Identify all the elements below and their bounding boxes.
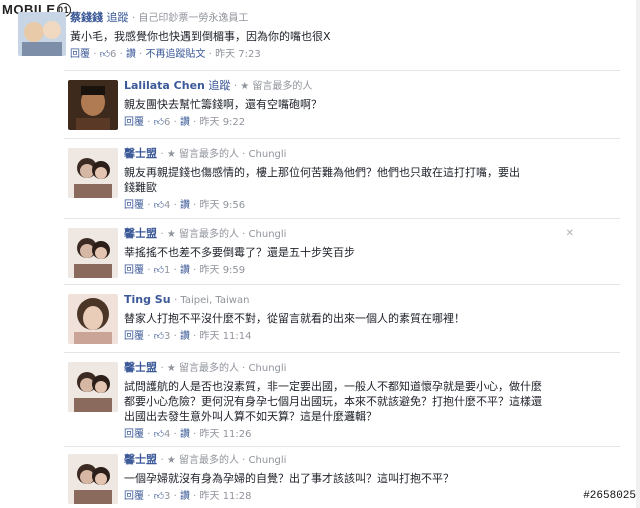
like-thumb-icon: 👍︎	[153, 265, 165, 276]
comment-time[interactable]: 昨天 11:26	[200, 429, 252, 440]
comment-time[interactable]: 昨天 7:23	[215, 49, 261, 60]
divider	[64, 284, 620, 285]
comment-text: 親友團快去幫忙籌錢啊，還有空嘴砲啊？	[124, 98, 322, 111]
scrollbar[interactable]	[636, 0, 640, 508]
like-count: 3	[164, 331, 171, 342]
divider	[64, 138, 620, 139]
divider	[64, 218, 620, 219]
comment-meta: · ★ 留言最多的人 · Chungli	[160, 363, 287, 374]
comment-meta: · 自己印鈔票一勞永逸員工	[132, 13, 249, 24]
like-link[interactable]: 讚	[180, 117, 190, 128]
like-link[interactable]: 讚	[180, 429, 190, 440]
like-count: 1	[164, 265, 171, 276]
comment-meta: · ★ 留言最多的人 · Chungli	[160, 455, 287, 466]
avatar[interactable]	[68, 362, 118, 412]
comment-author[interactable]: 馨士盟	[124, 361, 157, 374]
reply-link[interactable]: 回覆	[124, 429, 144, 440]
like-count: 6	[110, 49, 117, 60]
divider	[64, 70, 620, 71]
like-thumb-icon: 👍︎	[153, 331, 165, 342]
comment-author[interactable]: 蔡錢錢	[70, 11, 103, 24]
follow-link[interactable]: 追蹤	[208, 79, 230, 92]
comment-time[interactable]: 昨天 11:14	[200, 331, 252, 342]
divider	[64, 352, 620, 353]
like-count: 3	[164, 491, 171, 502]
comment-text: 黃小毛，我感覺你也快遇到倒楣事，因為你的嘴也很X	[70, 30, 331, 43]
avatar[interactable]	[68, 148, 118, 198]
avatar[interactable]	[68, 80, 118, 130]
comment-time[interactable]: 昨天 9:22	[200, 117, 246, 128]
avatar[interactable]	[68, 294, 118, 344]
unfollow-link[interactable]: 不再追蹤貼文	[146, 49, 206, 60]
comment-text: 一個孕婦就沒有身為孕婦的自覺？出了事才該該叫？這叫打抱不平？	[124, 472, 454, 485]
like-link[interactable]: 讚	[180, 200, 190, 211]
like-count: 4	[164, 429, 171, 440]
comment-meta: · ★ 留言最多的人	[233, 81, 313, 92]
close-icon[interactable]: ✕	[566, 228, 574, 239]
comment-time[interactable]: 昨天 9:56	[200, 200, 246, 211]
comment-text: 莘搖搖不也差不多要倒霉了？還是五十步笑百步	[124, 246, 355, 259]
like-count: 6	[164, 117, 171, 128]
divider	[64, 446, 620, 447]
like-link[interactable]: 讚	[126, 49, 136, 60]
like-link[interactable]: 讚	[180, 265, 190, 276]
like-thumb-icon: 👍︎	[153, 117, 165, 128]
comment-author[interactable]: 馨士盟	[124, 147, 157, 160]
like-thumb-icon: 👍︎	[153, 200, 165, 211]
comment-time[interactable]: 昨天 11:28	[200, 491, 252, 502]
reply-link[interactable]: 回覆	[124, 117, 144, 128]
comment-time[interactable]: 昨天 9:59	[200, 265, 246, 276]
like-thumb-icon: 👍︎	[153, 429, 165, 440]
comment-meta: · ★ 留言最多的人 · Chungli	[160, 229, 287, 240]
comment-text: 試問護航的人是否也沒素質，非一定要出國，一般人不都知道懷孕就是要小心，做什麼都要…	[124, 380, 542, 423]
reply-link[interactable]: 回覆	[70, 49, 90, 60]
post-id: #2658025	[583, 490, 636, 502]
like-link[interactable]: 讚	[180, 331, 190, 342]
comment-meta: · Taipei, Taiwan	[174, 295, 250, 306]
comment-author[interactable]: 馨士盟	[124, 453, 157, 466]
like-count: 4	[164, 200, 171, 211]
comment-text: 替家人打抱不平沒什麼不對，從留言就看的出來一個人的素質在哪裡！	[124, 312, 465, 325]
avatar[interactable]	[68, 454, 118, 504]
comment-author[interactable]: Lalilata Chen	[124, 79, 205, 92]
reply-link[interactable]: 回覆	[124, 491, 144, 502]
like-thumb-icon: 👍︎	[153, 491, 165, 502]
avatar[interactable]	[68, 228, 118, 278]
like-link[interactable]: 讚	[180, 491, 190, 502]
comment-text: 親友再親提錢也傷感情的，樓上那位何苦難為他們？他們也只敢在這打打嘴，要出錢難歐	[124, 166, 520, 194]
reply-link[interactable]: 回覆	[124, 265, 144, 276]
reply-link[interactable]: 回覆	[124, 200, 144, 211]
avatar[interactable]	[18, 12, 66, 56]
comment-author[interactable]: Ting Su	[124, 293, 171, 306]
comment-meta: · ★ 留言最多的人 · Chungli	[160, 149, 287, 160]
reply-link[interactable]: 回覆	[124, 331, 144, 342]
follow-link[interactable]: 追蹤	[107, 11, 129, 24]
comment-author[interactable]: 馨士盟	[124, 227, 157, 240]
like-thumb-icon: 👍︎	[99, 49, 111, 60]
